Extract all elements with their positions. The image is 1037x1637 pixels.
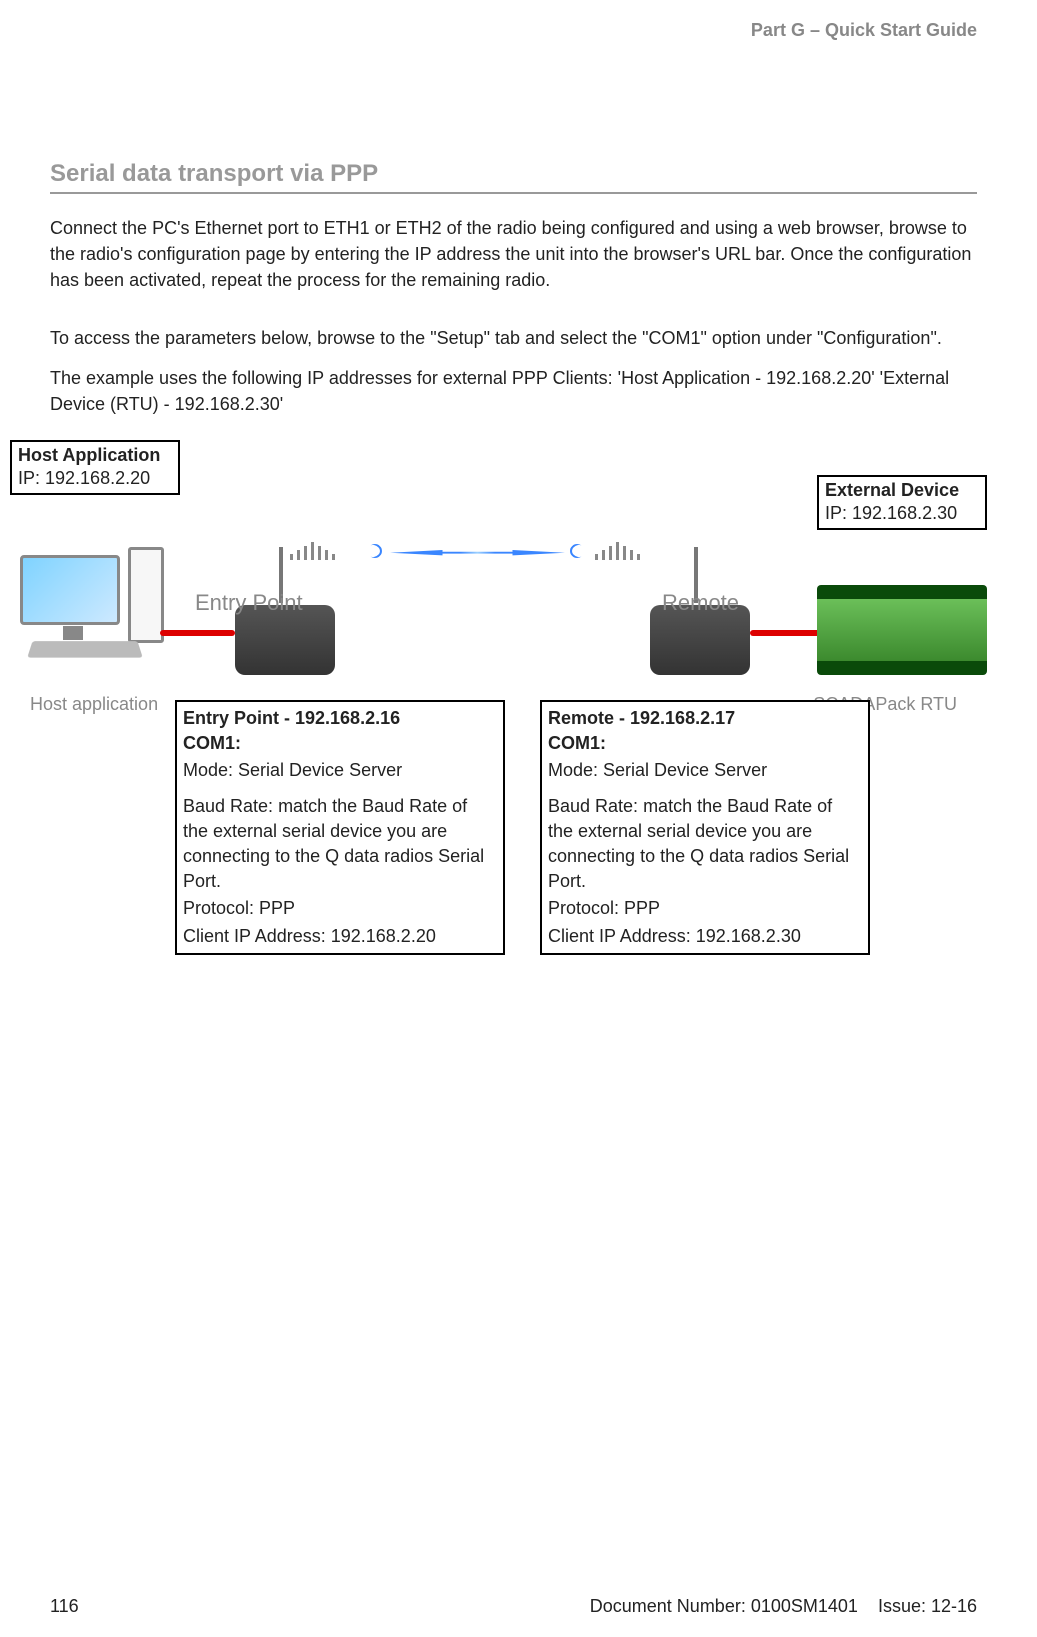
serial-cable-left-icon [160,630,235,636]
signal-bars-left-icon [290,542,360,562]
remote-baud: Baud Rate: match the Baud Rate of the ex… [548,794,862,895]
host-caption: Host application [30,694,158,715]
entry-point-config-box: Entry Point - 192.168.2.16 COM1: Mode: S… [175,700,505,955]
entry-point-com: COM1: [183,731,497,756]
rf-link-icon [390,550,565,556]
remote-title: Remote - 192.168.2.17 [548,706,862,731]
section-title: Serial data transport via PPP [50,160,977,194]
host-application-label: Host Application IP: 192.168.2.20 [10,440,180,495]
scadapack-rtu-icon [817,585,987,675]
remote-com: COM1: [548,731,862,756]
entry-point-caption: Entry Point [195,590,303,616]
paragraph-example-ips: The example uses the following IP addres… [50,365,977,417]
entry-point-protocol: Protocol: PPP [183,896,497,921]
entry-point-mode: Mode: Serial Device Server [183,758,497,783]
host-application-ip: IP: 192.168.2.20 [18,467,172,490]
paragraph-intro: Connect the PC's Ethernet port to ETH1 o… [50,215,977,293]
issue-number: Issue: 12-16 [878,1596,977,1616]
external-device-title: External Device [825,479,979,502]
page-number: 116 [50,1596,79,1617]
remote-mode: Mode: Serial Device Server [548,758,862,783]
network-diagram: Host Application IP: 192.168.2.20 Extern… [10,440,997,960]
remote-protocol: Protocol: PPP [548,896,862,921]
serial-cable-right-icon [750,630,820,636]
remote-caption: Remote [662,590,739,616]
host-application-title: Host Application [18,444,172,467]
pc-tower-icon [128,547,164,643]
keyboard-icon [27,641,143,657]
host-pc-icon [20,555,170,665]
remote-config-box: Remote - 192.168.2.17 COM1: Mode: Serial… [540,700,870,955]
rf-arc-right-icon [567,541,587,561]
page-header: Part G – Quick Start Guide [751,20,977,41]
entry-point-client-ip: Client IP Address: 192.168.2.20 [183,924,497,949]
entry-point-title: Entry Point - 192.168.2.16 [183,706,497,731]
remote-client-ip: Client IP Address: 192.168.2.30 [548,924,862,949]
entry-point-baud: Baud Rate: match the Baud Rate of the ex… [183,794,497,895]
monitor-icon [20,555,120,625]
paragraph-setup: To access the parameters below, browse t… [50,325,977,351]
rf-arc-left-icon [365,541,385,561]
page-footer: 116 Document Number: 0100SM1401 Issue: 1… [50,1596,977,1617]
document-number: Document Number: 0100SM1401 [590,1596,858,1616]
signal-bars-right-icon [595,542,665,562]
diagram-graphics: Host application Entry Point Remote SCAD… [10,500,997,700]
